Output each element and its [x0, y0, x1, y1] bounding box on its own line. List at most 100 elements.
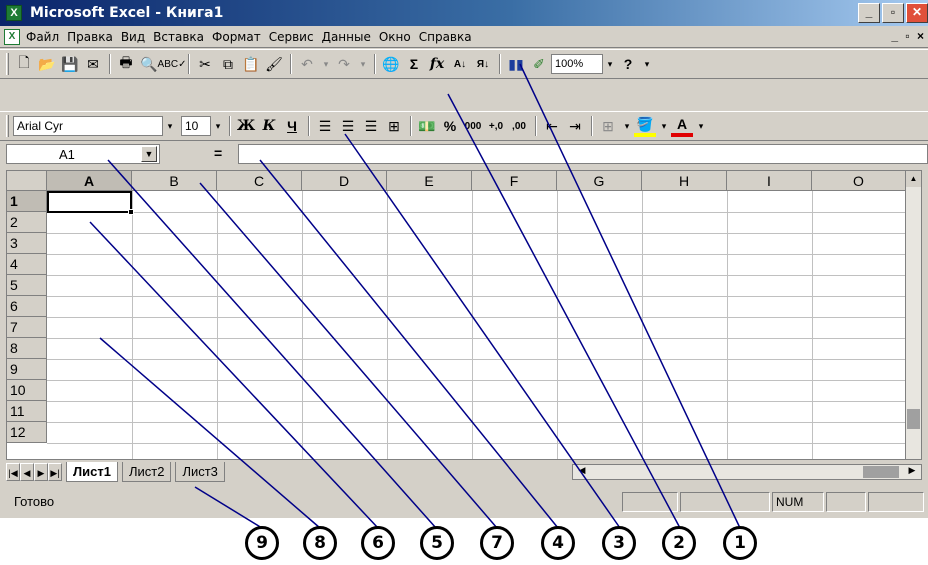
close-button[interactable]: ✕ — [906, 3, 928, 23]
redo-icon[interactable]: ↷ — [333, 53, 355, 75]
paste-icon[interactable]: 📋 — [240, 53, 262, 75]
horizontal-scrollbar[interactable]: ◀ ▶ — [572, 464, 922, 480]
menu-insert[interactable]: Вставка — [153, 30, 204, 44]
toolbar-grip[interactable] — [6, 53, 9, 75]
row-header[interactable]: 10 — [7, 380, 47, 401]
currency-icon[interactable]: 💵 — [416, 115, 438, 137]
function-icon[interactable]: fx — [426, 53, 448, 75]
excel-app-icon[interactable]: X — [6, 5, 22, 21]
row-header[interactable]: 11 — [7, 401, 47, 422]
column-header[interactable]: C — [217, 171, 302, 191]
scroll-right-icon[interactable]: ▶ — [905, 465, 919, 479]
active-cell-a1[interactable] — [47, 191, 132, 213]
column-header[interactable]: I — [727, 171, 812, 191]
menu-help[interactable]: Справка — [419, 30, 472, 44]
column-header[interactable]: H — [642, 171, 727, 191]
align-right-icon[interactable]: ☰ — [360, 115, 382, 137]
autosum-icon[interactable]: Σ — [403, 53, 425, 75]
column-header[interactable]: E — [387, 171, 472, 191]
vertical-scrollbar[interactable]: ▲ — [905, 171, 921, 459]
row-header[interactable]: 9 — [7, 359, 47, 380]
email-icon[interactable]: ✉ — [82, 53, 104, 75]
row-header[interactable]: 1 — [7, 191, 47, 212]
row-header[interactable]: 8 — [7, 338, 47, 359]
font-size-field[interactable]: 10 — [181, 116, 211, 136]
chart-wizard-icon[interactable]: ▮▮ — [505, 53, 527, 75]
zoom-dropdown-icon[interactable]: ▾ — [603, 54, 617, 74]
increase-decimal-button[interactable]: +,0 — [485, 115, 507, 137]
percent-button[interactable]: % — [439, 115, 461, 137]
row-header[interactable]: 6 — [7, 296, 47, 317]
undo-icon[interactable]: ↶ — [296, 53, 318, 75]
menu-window[interactable]: Окно — [379, 30, 411, 44]
workbook-icon[interactable]: X — [4, 28, 20, 45]
next-sheet-icon[interactable]: ▶ — [34, 463, 48, 481]
scroll-left-icon[interactable]: ◀ — [575, 465, 589, 479]
row-header[interactable]: 4 — [7, 254, 47, 275]
sort-descending-icon[interactable]: Я↓ — [472, 53, 494, 75]
column-header[interactable]: G — [557, 171, 642, 191]
column-header[interactable]: F — [472, 171, 557, 191]
italic-button[interactable]: К — [258, 115, 280, 137]
scroll-thumb[interactable] — [863, 466, 899, 478]
name-box-dropdown-icon[interactable]: ▼ — [141, 146, 157, 162]
select-all-corner[interactable] — [7, 171, 47, 191]
format-painter-icon[interactable]: 🖌 — [263, 53, 285, 75]
align-left-icon[interactable]: ☰ — [314, 115, 336, 137]
menu-tools[interactable]: Сервис — [269, 30, 314, 44]
align-center-icon[interactable]: ☰ — [337, 115, 359, 137]
column-header[interactable]: B — [132, 171, 217, 191]
first-sheet-icon[interactable]: |◀ — [6, 463, 20, 481]
help-icon[interactable]: ? — [617, 53, 639, 75]
cut-icon[interactable]: ✂ — [194, 53, 216, 75]
edit-formula-button[interactable]: = — [214, 145, 222, 161]
zoom-field[interactable]: 100% — [551, 54, 603, 74]
fill-color-icon[interactable]: 🪣 — [634, 115, 656, 137]
menu-file[interactable]: Файл — [26, 30, 59, 44]
scroll-up-icon[interactable]: ▲ — [906, 171, 921, 187]
font-name-field[interactable]: Arial Cyr — [13, 116, 163, 136]
menu-edit[interactable]: Правка — [67, 30, 113, 44]
bold-button[interactable]: Ж — [235, 115, 257, 137]
fill-handle[interactable] — [128, 209, 134, 215]
worksheet-grid[interactable]: A B C D E F G H I O 1 2 3 4 5 6 7 8 9 10… — [6, 170, 922, 460]
print-icon[interactable]: 🖶 — [115, 53, 137, 75]
borders-icon[interactable]: ⊞ — [597, 115, 619, 137]
sheet-tab-3[interactable]: Лист3 — [175, 462, 225, 482]
redo-dropdown-icon[interactable]: ▾ — [356, 54, 370, 74]
thousands-separator-button[interactable]: 000 — [462, 115, 484, 137]
spelling-icon[interactable]: ABC✓ — [158, 53, 187, 75]
help-dropdown-icon[interactable]: ▾ — [640, 54, 654, 74]
column-header[interactable]: D — [302, 171, 387, 191]
undo-dropdown-icon[interactable]: ▾ — [319, 54, 333, 74]
borders-dropdown-icon[interactable]: ▾ — [620, 116, 634, 136]
decrease-indent-icon[interactable]: ⇤ — [541, 115, 563, 137]
decrease-decimal-button[interactable]: ,00 — [508, 115, 530, 137]
sheet-tab-2[interactable]: Лист2 — [121, 462, 172, 482]
row-header[interactable]: 2 — [7, 212, 47, 233]
last-sheet-icon[interactable]: ▶| — [48, 463, 62, 481]
open-folder-icon[interactable]: 📂 — [36, 53, 58, 75]
fill-color-dropdown-icon[interactable]: ▾ — [657, 116, 671, 136]
name-box[interactable]: A1 ▼ — [6, 144, 160, 164]
underline-button[interactable]: Ч — [281, 115, 303, 137]
increase-indent-icon[interactable]: ⇥ — [564, 115, 586, 137]
workbook-window-controls[interactable]: _ ▫ × — [891, 29, 926, 43]
menu-format[interactable]: Формат — [212, 30, 261, 44]
save-icon[interactable]: 💾 — [59, 53, 81, 75]
maximize-button[interactable]: ▫ — [882, 3, 904, 23]
sort-ascending-icon[interactable]: A↓ — [449, 53, 471, 75]
formula-input[interactable] — [238, 144, 928, 164]
row-header[interactable]: 12 — [7, 422, 47, 443]
column-header[interactable]: A — [47, 171, 132, 191]
menu-view[interactable]: Вид — [121, 30, 145, 44]
font-color-icon[interactable]: A — [671, 115, 693, 137]
hyperlink-globe-icon[interactable]: 🌐 — [380, 53, 402, 75]
font-size-dropdown-icon[interactable]: ▾ — [211, 116, 225, 136]
scroll-thumb[interactable] — [907, 409, 920, 429]
font-name-dropdown-icon[interactable]: ▾ — [163, 116, 177, 136]
copy-icon[interactable]: ⧉ — [217, 53, 239, 75]
toolbar-grip[interactable] — [6, 115, 9, 137]
row-header[interactable]: 5 — [7, 275, 47, 296]
drawing-icon[interactable]: ✐ — [528, 53, 550, 75]
